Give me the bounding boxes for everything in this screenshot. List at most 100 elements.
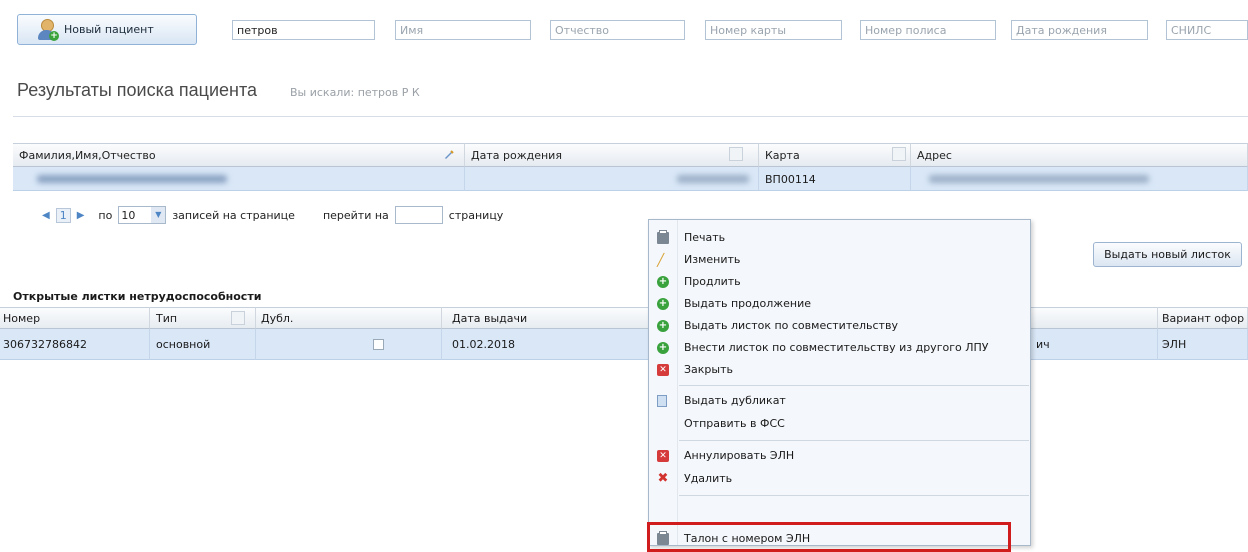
column-header-variant[interactable]: Вариант офор xyxy=(1158,307,1248,329)
variant-value: ЭЛН xyxy=(1162,338,1187,351)
table-row[interactable]: 306732786842 xyxy=(0,329,150,360)
column-header-label: Карта xyxy=(765,149,800,162)
menu-item-label: Изменить xyxy=(684,253,741,266)
menu-item-label: Аннулировать ЭЛН xyxy=(684,449,795,462)
next-page-icon[interactable]: ▶ xyxy=(77,210,85,221)
menu-item-close[interactable]: ✕ Закрыть xyxy=(649,359,1030,381)
menu-item-label: Удалить xyxy=(684,472,733,485)
column-header-birthdate[interactable]: Дата рождения xyxy=(465,143,759,167)
per-page-value: 10 xyxy=(121,208,136,222)
column-filter-button[interactable] xyxy=(729,147,743,161)
menu-item-print[interactable]: Печать xyxy=(649,227,1030,249)
menu-item-label: Печать xyxy=(684,231,726,244)
redacted-name xyxy=(37,175,227,183)
menu-separator xyxy=(679,385,1029,386)
policy-number-field[interactable] xyxy=(860,20,996,40)
column-header-number[interactable]: Номер xyxy=(0,307,150,329)
column-header-label: Дата выдачи xyxy=(452,312,528,325)
menu-item-label: Внести листок по совместительству из дру… xyxy=(684,341,989,354)
table-cell-type[interactable]: основной xyxy=(150,329,256,360)
sick-leave-number: 306732786842 xyxy=(3,338,87,351)
plus-circle-icon: + xyxy=(657,298,669,310)
menu-item-label: Выдать дубликат xyxy=(684,394,786,407)
table-cell-birthdate[interactable] xyxy=(465,167,759,191)
goto-suffix: страницу xyxy=(448,208,504,222)
menu-item-send-fss[interactable]: Отправить в ФСС xyxy=(649,413,1030,435)
card-number: ВП00114 xyxy=(765,173,816,186)
menu-separator xyxy=(679,495,1029,496)
menu-item-label: Выдать продолжение xyxy=(684,297,812,310)
chevron-down-icon: ▼ xyxy=(151,207,166,223)
table-cell-variant[interactable]: ЭЛН xyxy=(1158,329,1248,360)
plus-circle-icon: + xyxy=(657,320,669,332)
menu-item-issue-parttime[interactable]: + Выдать листок по совместительству xyxy=(649,315,1030,337)
menu-item-delete[interactable]: ✖ Удалить xyxy=(649,468,1030,490)
menu-item-edit[interactable]: ╱ Изменить xyxy=(649,249,1030,271)
pager: ◀ 1 ▶ по 10 ▼ записей на странице перейт… xyxy=(42,206,503,224)
pencil-icon: ╱ xyxy=(657,253,665,267)
redacted-birthdate xyxy=(677,175,749,183)
close-square-icon: ✕ xyxy=(657,364,669,376)
menu-item-label: Отправить в ФСС xyxy=(684,417,785,430)
duplicate-checkbox[interactable] xyxy=(373,339,384,350)
issue-date: 01.02.2018 xyxy=(452,338,515,351)
new-patient-button[interactable]: + Новый пациент xyxy=(17,14,197,45)
column-filter-button[interactable] xyxy=(231,311,245,325)
table-cell-doctor[interactable]: ич xyxy=(1030,329,1158,360)
menu-item-cancel-eln[interactable]: ✕ Аннулировать ЭЛН xyxy=(649,445,1030,467)
menu-separator xyxy=(679,440,1029,441)
column-header-blank[interactable] xyxy=(1030,307,1158,329)
edit-pencil-icon[interactable] xyxy=(443,149,454,160)
document-icon xyxy=(657,395,667,407)
column-header-duplicate[interactable]: Дубл. xyxy=(256,307,442,329)
search-query-label: Вы искали: петров Р К xyxy=(290,86,420,99)
per-page-suffix: записей на странице xyxy=(172,208,295,222)
sick-leave-type: основной xyxy=(156,338,211,351)
snils-field[interactable] xyxy=(1166,20,1248,40)
close-square-icon: ✕ xyxy=(657,450,669,462)
table-cell-address[interactable] xyxy=(911,167,1248,191)
menu-item-issue-continuation[interactable]: + Выдать продолжение xyxy=(649,293,1030,315)
context-menu: Печать ╱ Изменить + Продлить + Выдать пр… xyxy=(648,219,1031,546)
table-cell-issue-date[interactable]: 01.02.2018 xyxy=(442,329,650,360)
per-page-select[interactable]: 10 ▼ xyxy=(118,206,167,224)
column-header-label: Дубл. xyxy=(261,312,294,325)
column-header-issue-date[interactable]: Дата выдачи xyxy=(442,307,650,329)
issue-new-sick-leave-button[interactable]: Выдать новый листок xyxy=(1093,242,1242,267)
new-patient-label: Новый пациент xyxy=(64,23,154,36)
page-title: Результаты поиска пациента xyxy=(17,80,258,100)
column-header-card[interactable]: Карта xyxy=(759,143,911,167)
section-title: Открытые листки нетрудоспособности xyxy=(13,290,262,303)
per-page-prefix: по xyxy=(98,208,113,222)
table-row[interactable] xyxy=(13,167,465,191)
firstname-field[interactable] xyxy=(395,20,531,40)
menu-item-label: Закрыть xyxy=(684,363,733,376)
birthdate-field[interactable] xyxy=(1011,20,1148,40)
column-header-label: Дата рождения xyxy=(471,149,562,162)
menu-item-extend[interactable]: + Продлить xyxy=(649,271,1030,293)
add-person-icon: + xyxy=(36,18,59,41)
delete-x-icon: ✖ xyxy=(657,471,669,486)
column-header-label: Адрес xyxy=(917,149,952,162)
column-header-fullname[interactable]: Фамилия,Имя,Отчество xyxy=(13,143,465,167)
current-page[interactable]: 1 xyxy=(55,207,71,223)
prev-page-icon[interactable]: ◀ xyxy=(42,210,50,221)
highlight-annotation xyxy=(647,522,1011,552)
goto-page-input[interactable] xyxy=(394,206,443,224)
table-cell-duplicate[interactable] xyxy=(256,329,442,360)
column-header-label: Вариант офор xyxy=(1162,312,1245,325)
issue-new-label: Выдать новый листок xyxy=(1104,248,1231,261)
menu-item-issue-duplicate[interactable]: Выдать дубликат xyxy=(649,390,1030,412)
lastname-field[interactable] xyxy=(232,20,375,40)
column-header-label: Номер xyxy=(3,312,41,325)
table-cell-card[interactable]: ВП00114 xyxy=(759,167,911,191)
patronymic-field[interactable] xyxy=(550,20,685,40)
column-filter-button[interactable] xyxy=(892,147,906,161)
plus-circle-icon: + xyxy=(657,276,669,288)
column-header-label: Фамилия,Имя,Отчество xyxy=(19,149,156,162)
menu-item-label: Выдать листок по совместительству xyxy=(684,319,898,332)
printer-icon xyxy=(657,230,669,244)
column-header-address[interactable]: Адрес xyxy=(911,143,1248,167)
menu-item-enter-parttime-other[interactable]: + Внести листок по совместительству из д… xyxy=(649,337,1030,359)
card-number-field[interactable] xyxy=(705,20,842,40)
